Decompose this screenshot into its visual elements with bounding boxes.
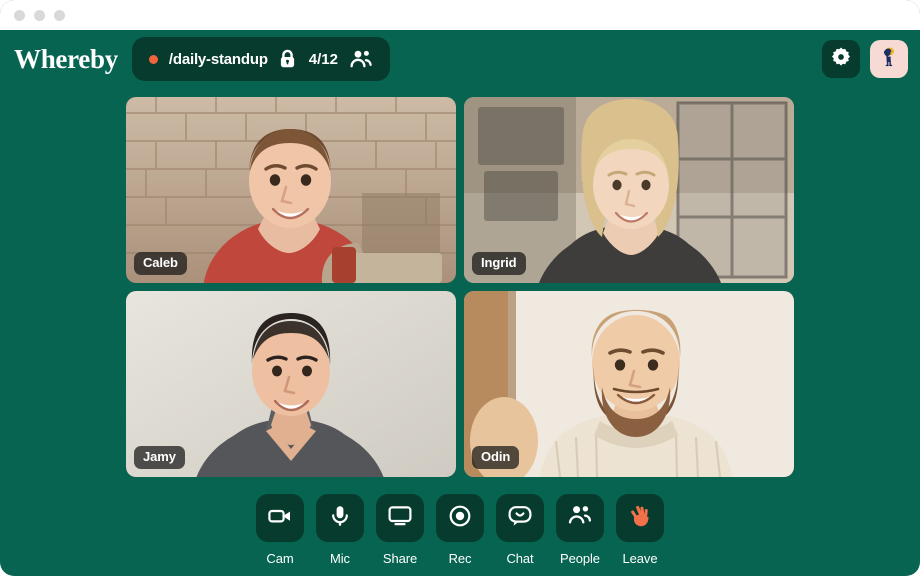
rec-button-label: Rec xyxy=(448,551,472,566)
chat-bubble-icon xyxy=(507,503,533,534)
call-controls-toolbar: Cam Mic Share Rec Chat People Leave xyxy=(0,494,920,566)
rec-button[interactable]: Rec xyxy=(436,494,484,566)
avatar-icon xyxy=(873,41,905,78)
chat-button-label: Chat xyxy=(506,551,534,566)
mic-button-label: Mic xyxy=(330,551,350,566)
mic-button-surface xyxy=(316,494,364,542)
microphone-icon xyxy=(327,503,353,534)
window-title-bar xyxy=(0,0,920,30)
camera-icon xyxy=(267,503,293,534)
participant-count-label: 4/12 xyxy=(308,50,338,68)
brand-logo: Whereby xyxy=(14,43,118,74)
minimize-dot[interactable] xyxy=(34,9,45,21)
chat-button-surface xyxy=(496,494,544,542)
video-tile[interactable]: Jamy xyxy=(126,291,456,477)
app-header: Whereby /daily-standup 4/12 xyxy=(0,30,920,88)
chat-button[interactable]: Chat xyxy=(496,494,544,566)
status-dot-live-icon xyxy=(148,54,158,64)
participant-name-badge: Jamy xyxy=(134,446,185,469)
share-button-label: Share xyxy=(382,551,418,566)
video-grid: Caleb Ingrid Jamy Odin xyxy=(126,97,794,477)
participant-name-badge: Caleb xyxy=(134,252,187,275)
share-button[interactable]: Share xyxy=(376,494,424,566)
room-info-pill[interactable]: /daily-standup 4/12 xyxy=(131,37,390,81)
video-tile[interactable]: Caleb xyxy=(126,97,456,283)
video-tile[interactable]: Odin xyxy=(464,291,794,477)
leave-button[interactable]: Leave xyxy=(616,494,664,566)
screen-share-icon xyxy=(387,503,413,534)
header-actions xyxy=(822,40,908,78)
people-button-label: People xyxy=(560,551,600,566)
room-name-label: /daily-standup xyxy=(168,50,268,68)
record-icon xyxy=(447,503,473,534)
people-icon xyxy=(349,49,373,69)
people-button-surface xyxy=(556,494,604,542)
participant-name-badge: Odin xyxy=(472,446,520,469)
cam-button-surface xyxy=(256,494,304,542)
leave-button-label: Leave xyxy=(622,551,658,566)
app-window: Whereby /daily-standup 4/12 Caleb Ingrid… xyxy=(0,0,920,576)
rec-button-surface xyxy=(436,494,484,542)
profile-avatar-button[interactable] xyxy=(870,40,908,78)
cam-button[interactable]: Cam xyxy=(256,494,304,566)
lock-icon xyxy=(279,49,296,69)
video-tile[interactable]: Ingrid xyxy=(464,97,794,283)
participant-name-badge: Ingrid xyxy=(472,252,526,275)
maximize-dot[interactable] xyxy=(54,9,65,21)
people-icon xyxy=(567,503,593,534)
leave-button-surface xyxy=(616,494,664,542)
close-dot[interactable] xyxy=(14,9,25,21)
waving-hand-icon xyxy=(627,503,653,534)
settings-button[interactable] xyxy=(822,40,860,78)
gear-icon xyxy=(830,46,852,73)
people-button[interactable]: People xyxy=(556,494,604,566)
share-button-surface xyxy=(376,494,424,542)
mic-button[interactable]: Mic xyxy=(316,494,364,566)
cam-button-label: Cam xyxy=(266,551,294,566)
